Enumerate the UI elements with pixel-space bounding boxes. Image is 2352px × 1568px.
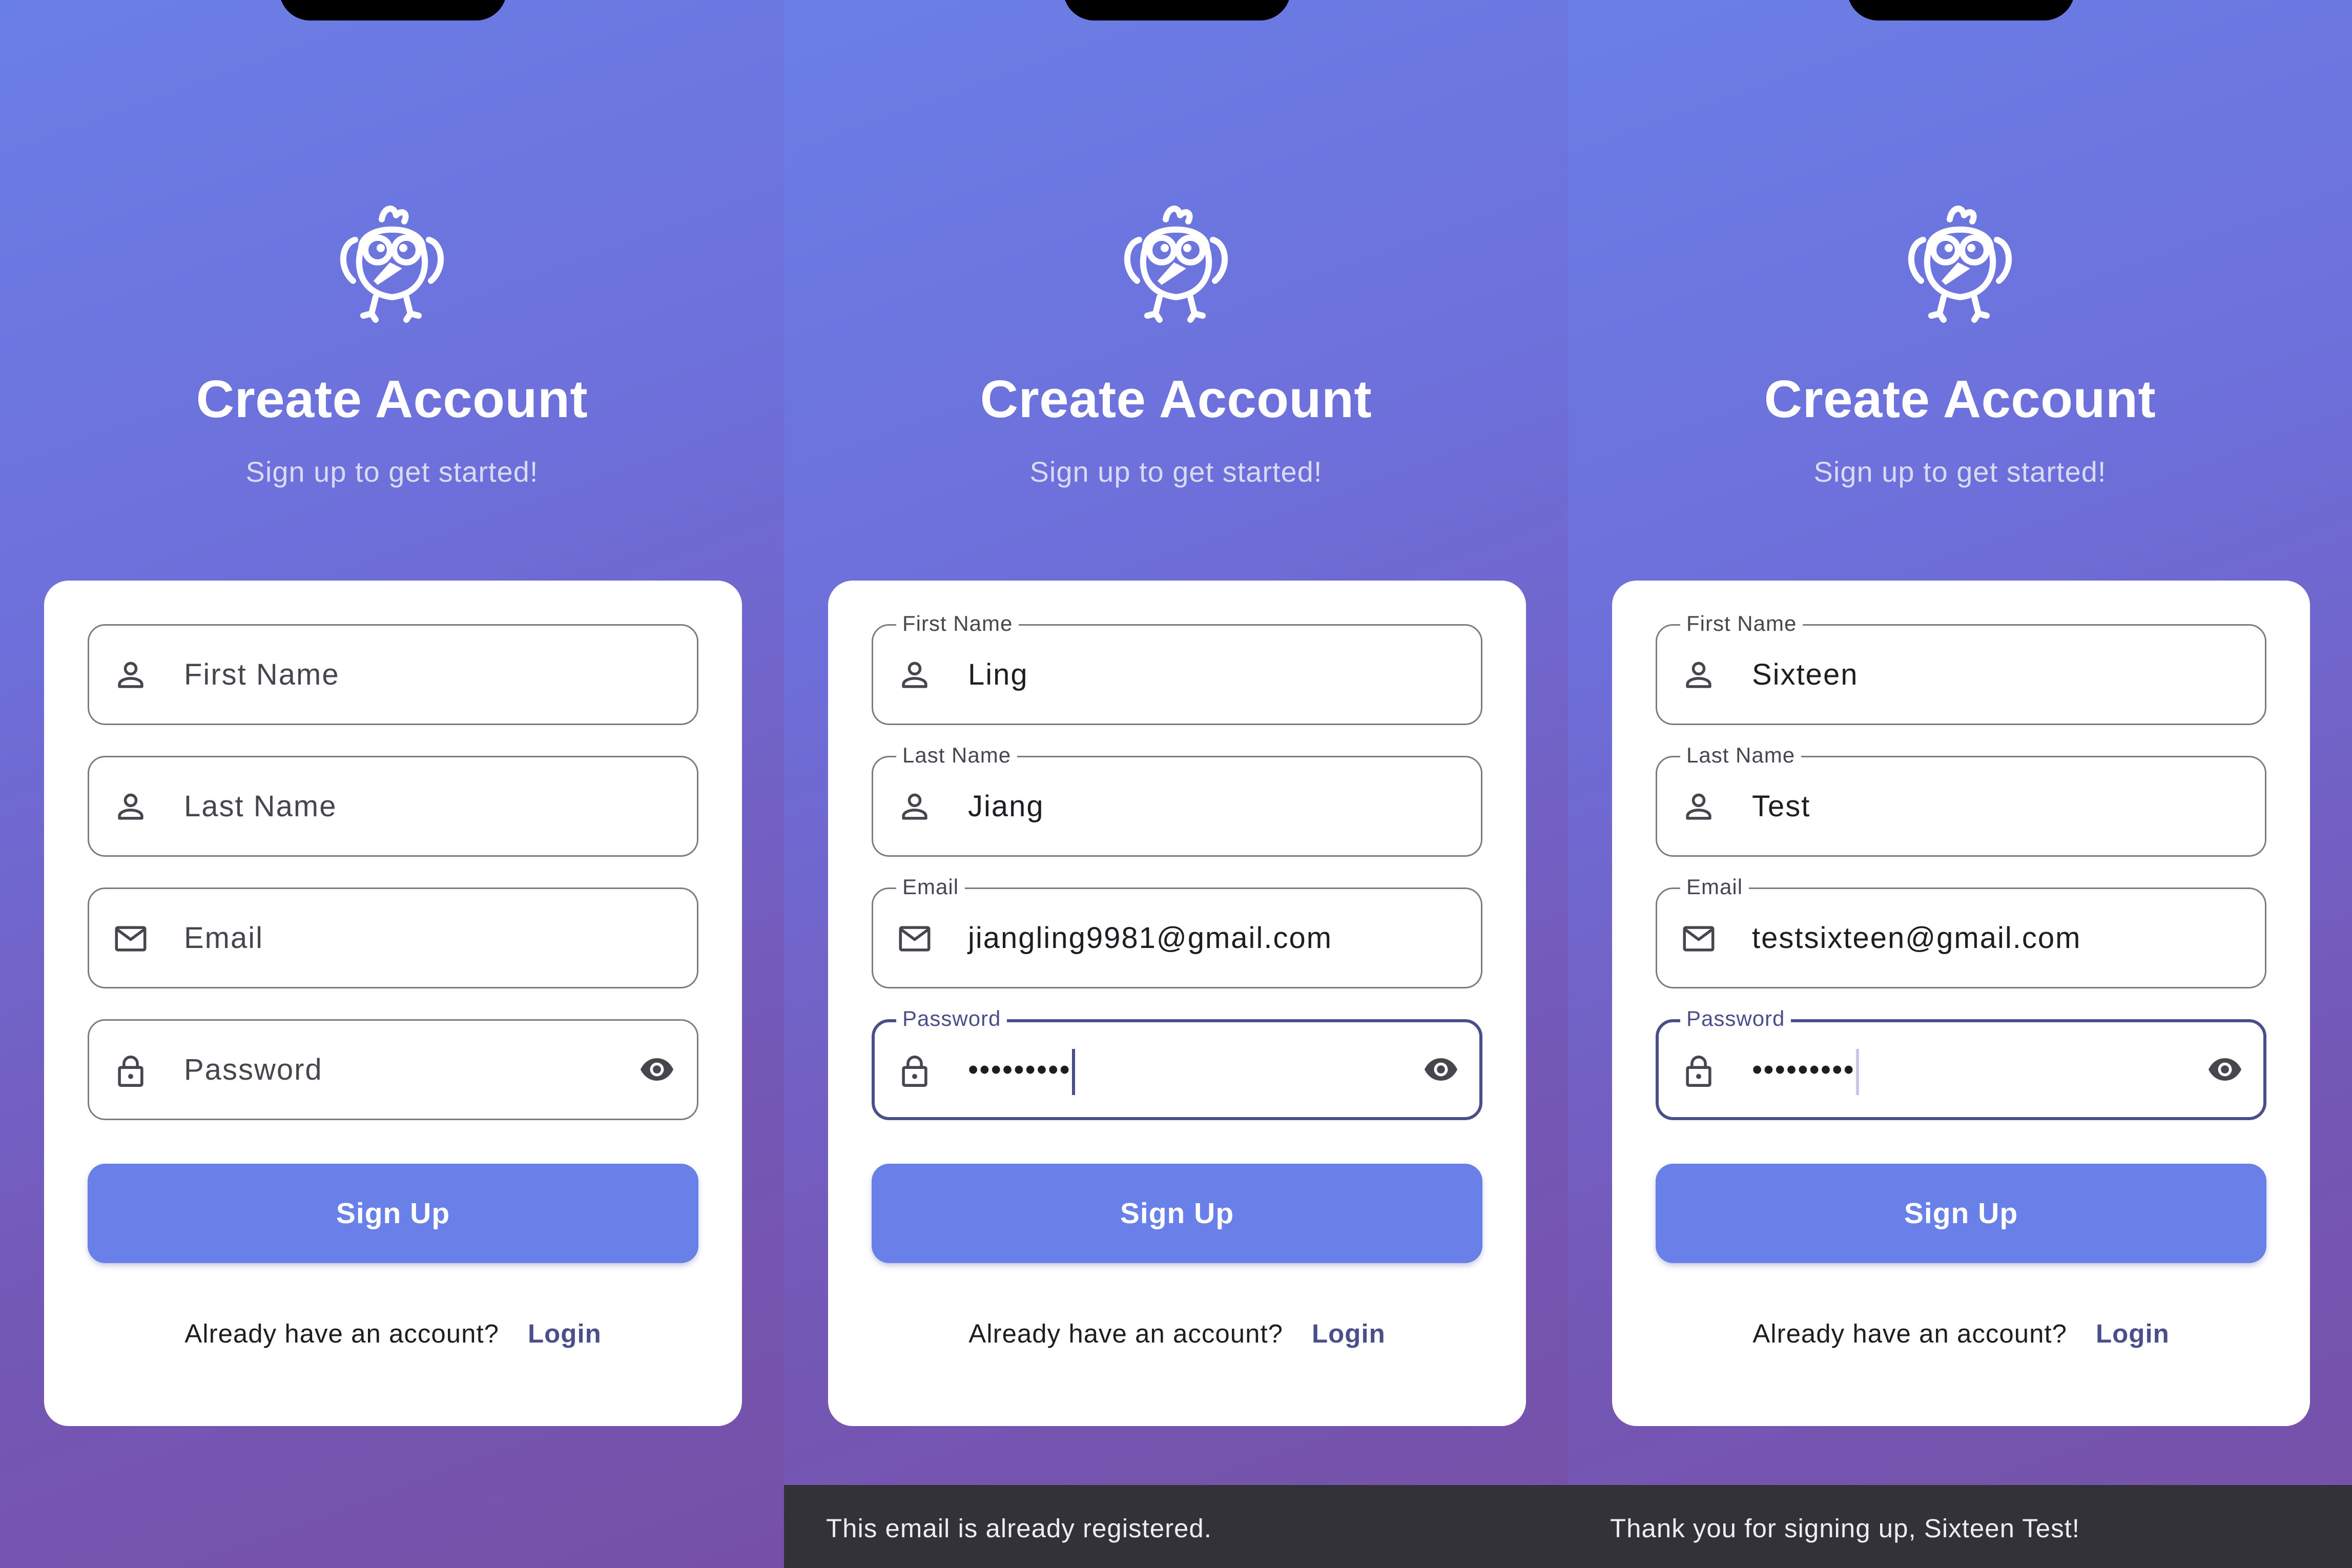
last-name-field[interactable]: Last Name <box>88 756 698 857</box>
first-name-placeholder: First Name <box>184 658 340 691</box>
signup-screen-empty: Create Account Sign up to get started! F… <box>0 0 784 1568</box>
login-link[interactable]: Login <box>528 1319 602 1348</box>
sign-up-button[interactable]: Sign Up <box>1656 1164 2266 1263</box>
mail-icon <box>113 921 149 957</box>
text-caret <box>1855 1048 1859 1095</box>
person-icon <box>113 789 149 825</box>
password-dots: ••••••••• <box>968 1053 1071 1086</box>
text-caret <box>1071 1048 1075 1095</box>
footer-text: Already have an account? <box>968 1319 1283 1348</box>
lock-icon <box>897 1053 933 1088</box>
bird-logo-icon <box>1115 195 1237 328</box>
bird-logo-icon <box>1899 195 2021 328</box>
person-icon <box>1681 657 1717 693</box>
first-name-field[interactable]: First Name Sixteen <box>1656 609 2266 725</box>
snackbar-message: Thank you for signing up, Sixteen Test! <box>1568 1485 2352 1568</box>
email-field[interactable]: Email testsixteen@gmail.com <box>1656 873 2266 988</box>
last-name-field[interactable]: Last Name Test <box>1656 741 2266 857</box>
login-link[interactable]: Login <box>1312 1319 1386 1348</box>
page-subtitle: Sign up to get started! <box>1029 456 1323 488</box>
password-dots: ••••••••• <box>1752 1053 1855 1086</box>
device-notch <box>1847 0 2075 20</box>
mail-icon <box>897 921 933 957</box>
signup-card: First Name Sixteen Last Name Test Email … <box>1612 581 2310 1426</box>
footer-text: Already have an account? <box>184 1319 499 1348</box>
password-value: ••••••••• <box>1752 1022 1859 1117</box>
person-icon <box>1681 789 1717 825</box>
lock-icon <box>1681 1053 1717 1088</box>
screens-strip: Create Account Sign up to get started! F… <box>0 0 2352 1568</box>
bird-logo-icon <box>331 195 453 328</box>
email-label: Email <box>896 873 965 901</box>
first-name-value: Ling <box>968 658 1028 691</box>
password-placeholder: Password <box>184 1053 323 1086</box>
eye-icon[interactable] <box>2204 1051 2245 1087</box>
page-title: Create Account <box>980 369 1372 428</box>
device-notch <box>279 0 507 20</box>
page-subtitle: Sign up to get started! <box>1813 456 2107 488</box>
last-name-value: Jiang <box>968 790 1044 823</box>
person-icon <box>113 657 149 693</box>
last-name-field[interactable]: Last Name Jiang <box>872 741 1482 857</box>
snackbar-message: This email is already registered. <box>784 1485 1568 1568</box>
page-title: Create Account <box>1764 369 2156 428</box>
password-field[interactable]: Password <box>88 1019 698 1120</box>
footer-text: Already have an account? <box>1752 1319 2067 1348</box>
eye-icon[interactable] <box>1420 1051 1461 1087</box>
signup-card: First Name Ling Last Name Jiang Email ji… <box>828 581 1526 1426</box>
signup-screen-success: Create Account Sign up to get started! F… <box>1568 0 2352 1568</box>
last-name-value: Test <box>1752 790 1811 823</box>
page-title: Create Account <box>196 369 588 428</box>
password-value: ••••••••• <box>968 1022 1075 1117</box>
email-value: jiangling9981@gmail.com <box>968 921 1333 955</box>
login-prompt: Already have an account? Login <box>828 1318 1526 1349</box>
email-field[interactable]: Email <box>88 888 698 988</box>
password-field[interactable]: Password ••••••••• <box>872 1004 1482 1120</box>
signup-screen-error: Create Account Sign up to get started! F… <box>784 0 1568 1568</box>
person-icon <box>897 657 933 693</box>
first-name-field[interactable]: First Name Ling <box>872 609 1482 725</box>
lock-icon <box>113 1053 149 1088</box>
sign-up-button[interactable]: Sign Up <box>872 1164 1482 1263</box>
email-value: testsixteen@gmail.com <box>1752 921 2081 955</box>
password-field[interactable]: Password ••••••••• <box>1656 1004 2266 1120</box>
first-name-field[interactable]: First Name <box>88 624 698 725</box>
login-prompt: Already have an account? Login <box>44 1318 742 1349</box>
sign-up-button[interactable]: Sign Up <box>88 1164 698 1263</box>
login-prompt: Already have an account? Login <box>1612 1318 2310 1349</box>
first-name-value: Sixteen <box>1752 658 1859 691</box>
mail-icon <box>1681 921 1717 957</box>
eye-icon[interactable] <box>636 1051 677 1087</box>
email-label: Email <box>1680 873 1749 901</box>
email-field[interactable]: Email jiangling9981@gmail.com <box>872 873 1482 988</box>
person-icon <box>897 789 933 825</box>
email-placeholder: Email <box>184 921 264 955</box>
device-notch <box>1063 0 1291 20</box>
login-link[interactable]: Login <box>2096 1319 2170 1348</box>
last-name-placeholder: Last Name <box>184 790 337 823</box>
page-subtitle: Sign up to get started! <box>245 456 539 488</box>
signup-card: First Name Last Name Email Password Sign… <box>44 581 742 1426</box>
